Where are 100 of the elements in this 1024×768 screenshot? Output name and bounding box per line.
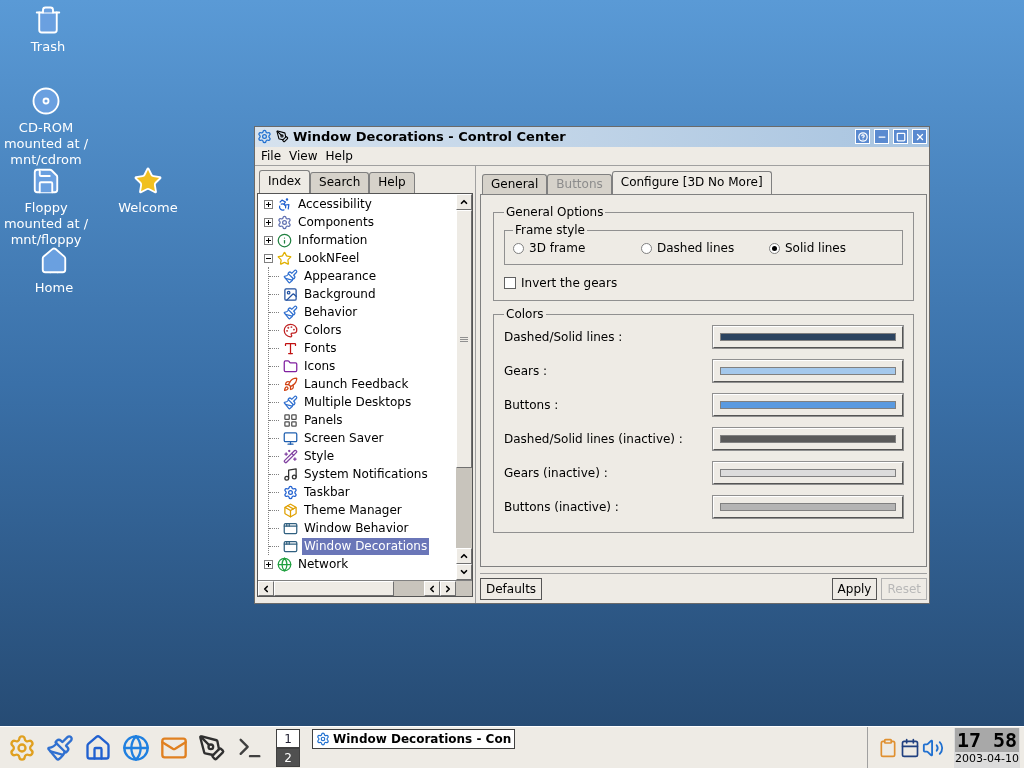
color-button[interactable] xyxy=(713,326,903,348)
gear-icon xyxy=(283,484,298,500)
clock-time: 17 58 xyxy=(955,727,1019,752)
tree-item[interactable]: Colors xyxy=(302,321,344,339)
radio-label[interactable]: Solid lines xyxy=(785,239,846,257)
scroll-thumb[interactable] xyxy=(274,581,394,596)
dialog-button[interactable]: Apply xyxy=(831,578,878,600)
help-icon xyxy=(857,131,868,142)
tree-item[interactable]: Behavior xyxy=(302,303,360,321)
menu-item[interactable]: File xyxy=(261,146,282,165)
radio-button[interactable] xyxy=(641,242,652,254)
tab[interactable]: Help xyxy=(369,172,415,193)
tree-item[interactable]: Panels xyxy=(302,411,345,429)
tree-item[interactable]: Window Decorations xyxy=(302,537,430,555)
close-button[interactable] xyxy=(912,129,927,145)
radio-button[interactable] xyxy=(513,242,524,254)
gear-icon xyxy=(257,129,272,145)
star-icon[interactable] xyxy=(133,166,163,196)
scroll-button[interactable] xyxy=(456,194,472,210)
desktop-icon-label[interactable]: Welcome xyxy=(103,200,193,216)
tab[interactable]: Index xyxy=(259,170,311,193)
house-icon[interactable] xyxy=(39,246,69,276)
tree-item[interactable]: LookNFeel xyxy=(296,249,362,267)
tree-item[interactable]: Information xyxy=(296,231,370,249)
desktop-icon-label[interactable]: CD-ROM mounted at / mnt/cdrom xyxy=(1,120,91,168)
brush-icon xyxy=(283,268,298,284)
group-title: General Options xyxy=(505,204,605,221)
color-label: Buttons (inactive) : xyxy=(504,499,619,516)
tree-item[interactable]: Accessibility xyxy=(296,195,374,213)
trash-icon[interactable] xyxy=(33,5,63,35)
tree-item[interactable]: Window Behavior xyxy=(302,519,411,537)
radio-label[interactable]: 3D frame xyxy=(529,239,586,257)
color-button[interactable] xyxy=(713,394,903,416)
radio-button[interactable] xyxy=(769,242,780,254)
dialog-button[interactable]: Defaults xyxy=(480,578,543,600)
tree-item[interactable]: Icons xyxy=(302,357,338,375)
tree-item[interactable]: Background xyxy=(302,285,378,303)
maximize-button[interactable] xyxy=(893,129,908,145)
collapse-toggle-icon[interactable] xyxy=(264,253,273,263)
scroll-button[interactable] xyxy=(440,581,456,596)
scroll-button[interactable] xyxy=(424,581,440,596)
menu-item[interactable]: Help xyxy=(325,146,353,165)
radio-label[interactable]: Dashed lines xyxy=(657,239,735,257)
gear-icon xyxy=(277,214,292,230)
clock-date: 2003-04-10 xyxy=(955,751,1019,766)
tab: Buttons xyxy=(547,174,612,194)
tab[interactable]: Search xyxy=(310,172,370,193)
tab[interactable]: Configure [3D No More] xyxy=(611,171,772,194)
color-button[interactable] xyxy=(713,428,903,450)
expand-toggle-icon[interactable] xyxy=(264,217,273,227)
clipboard-icon[interactable] xyxy=(878,737,898,758)
minimize-button[interactable] xyxy=(874,129,889,145)
expand-toggle-icon[interactable] xyxy=(264,199,273,209)
disc-icon[interactable] xyxy=(31,86,61,116)
expand-toggle-icon[interactable] xyxy=(264,559,273,569)
tree-item[interactable]: Network xyxy=(296,555,351,573)
desktop-pager-button[interactable]: 1 xyxy=(276,728,300,748)
window-title: Window Decorations - Control Center xyxy=(293,128,566,146)
tree-item[interactable]: Multiple Desktops xyxy=(302,393,414,411)
task-button[interactable]: Window Decorations - Con xyxy=(312,729,516,749)
color-button[interactable] xyxy=(713,360,903,382)
help-button[interactable] xyxy=(855,129,870,145)
color-button[interactable] xyxy=(713,462,903,484)
checkbox[interactable] xyxy=(504,277,516,289)
window-icon xyxy=(283,538,298,554)
music-note-icon xyxy=(283,466,298,482)
scroll-button[interactable] xyxy=(456,548,472,564)
expand-toggle-icon[interactable] xyxy=(264,235,273,245)
tree-item[interactable]: Fonts xyxy=(302,339,339,357)
tree-item[interactable]: Theme Manager xyxy=(302,501,404,519)
horizontal-scrollbar[interactable] xyxy=(258,580,472,596)
group-title: Frame style xyxy=(514,222,586,239)
gear-icon xyxy=(316,732,330,746)
tree-item[interactable]: Taskbar xyxy=(302,483,352,501)
desktop-icon-label[interactable]: Floppy mounted at / mnt/floppy xyxy=(1,200,91,248)
maximize-icon xyxy=(895,131,906,142)
tree-item[interactable]: Components xyxy=(296,213,376,231)
menu-item[interactable]: View xyxy=(289,146,318,165)
color-label: Gears (inactive) : xyxy=(504,465,608,482)
tree-item[interactable]: Launch Feedback xyxy=(302,375,411,393)
calendar-icon[interactable] xyxy=(900,737,920,758)
tab[interactable]: General xyxy=(482,174,548,194)
grid-icon xyxy=(283,412,298,428)
scroll-button[interactable] xyxy=(258,581,274,596)
scroll-button[interactable] xyxy=(456,564,472,580)
rocket-icon xyxy=(283,376,298,392)
vertical-scrollbar[interactable] xyxy=(456,194,472,580)
tree-item[interactable]: Screen Saver xyxy=(302,429,386,447)
tree-item[interactable]: System Notifications xyxy=(302,465,430,483)
info-icon xyxy=(277,232,292,248)
floppy-icon[interactable] xyxy=(31,166,61,196)
checkbox-label[interactable]: Invert the gears xyxy=(521,274,618,292)
desktop-icon-label[interactable]: Home xyxy=(9,280,99,296)
image-icon xyxy=(283,286,298,302)
brush-icon xyxy=(283,304,298,320)
tree-item[interactable]: Appearance xyxy=(302,267,379,285)
clock[interactable]: 17 58 2003-04-10 xyxy=(954,727,1020,768)
scroll-thumb[interactable] xyxy=(456,210,472,468)
color-button[interactable] xyxy=(713,496,903,518)
tree-item[interactable]: Style xyxy=(302,447,337,465)
